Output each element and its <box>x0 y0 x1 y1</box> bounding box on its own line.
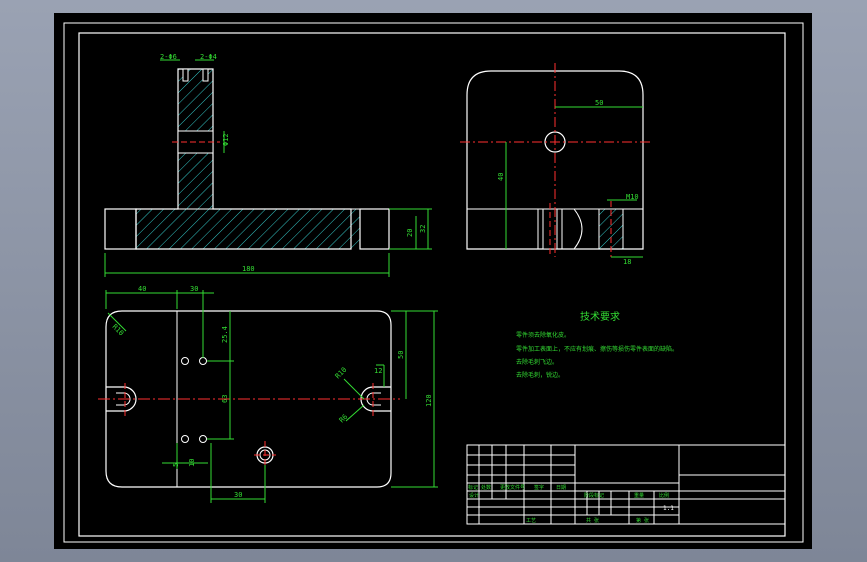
plan-dim-bottom-b: 10 <box>188 459 196 467</box>
tech-req-line-2: 零件加工表面上，不应有划痕、擦伤等损伤零件表面的缺陷。 <box>516 345 678 353</box>
plan-dim-top-b: 30 <box>190 285 198 293</box>
plan-dim-right-small: 12 <box>374 367 382 375</box>
title-block-count: 处数 <box>481 484 491 491</box>
side-view: 50 40 M10 18 <box>460 63 650 266</box>
title-block-sign: 签字 <box>534 484 544 491</box>
front-dim-height-outer: 32 <box>419 225 427 233</box>
plan-dim-right-outer: 120 <box>425 394 433 407</box>
cad-drawing: 2-Φ6 2-Φ4 Φ12 20 32 180 50 40 M10 18 40 … <box>63 22 804 543</box>
side-dim-bottom: 18 <box>623 258 631 266</box>
title-block-change-doc: 更改文件号 <box>500 484 525 491</box>
technical-requirements: 技术要求 零件须去除氧化皮。 零件加工表面上，不应有划痕、擦伤等损伤零件表面的缺… <box>516 310 678 379</box>
plan-dim-vert-a: 25.4 <box>221 326 229 343</box>
front-view: 2-Φ6 2-Φ4 Φ12 20 32 180 <box>104 53 432 277</box>
title-block-date: 日期 <box>556 485 566 491</box>
title-block-mark: 标记 <box>468 484 478 491</box>
tech-req-title: 技术要求 <box>580 310 620 323</box>
front-dim-top-right: 2-Φ4 <box>200 53 217 61</box>
side-dim-horizontal: 50 <box>595 99 603 107</box>
plan-dim-slot-w: R6 <box>338 413 350 425</box>
title-block: 标记 处数 更改文件号 签字 日期 设计 工艺 阶段标记 重量 比例 1:1 共… <box>466 444 786 525</box>
plan-dim-center: 63 <box>221 395 229 403</box>
title-block-process: 工艺 <box>526 518 536 524</box>
plan-dim-bottom-a: 5 <box>172 463 180 467</box>
side-dim-vertical: 40 <box>497 173 505 181</box>
title-block-stage-label: 阶段标记 <box>584 492 604 499</box>
side-dim-small: M10 <box>626 193 639 201</box>
plan-dim-bottom-c: 30 <box>234 491 242 499</box>
tech-req-line-4: 去除毛刺，锐边。 <box>516 371 564 379</box>
plan-view: 40 30 25.4 63 5 10 30 12 50 120 R10 R10 … <box>98 285 438 503</box>
front-dim-width: 180 <box>242 265 255 273</box>
plan-dim-corner-radius: R10 <box>111 323 126 338</box>
title-block-sheet-no: 第 张 <box>636 517 649 524</box>
plan-dim-right-inner: 50 <box>397 351 405 359</box>
title-block-sheet-total: 共 张 <box>586 517 599 524</box>
title-block-weight-label: 重量 <box>634 492 644 499</box>
plan-dim-top-a: 40 <box>138 285 146 293</box>
front-dim-slot: Φ12 <box>222 133 230 146</box>
title-block-design: 设计 <box>469 492 479 499</box>
plan-dim-slot-r: R10 <box>334 366 349 381</box>
title-block-scale-label: 比例 <box>659 492 669 499</box>
cad-viewport: 2-Φ6 2-Φ4 Φ12 20 32 180 50 40 M10 18 40 … <box>0 0 867 562</box>
title-block-scale-value: 1:1 <box>663 505 674 512</box>
front-dim-height-inner: 20 <box>406 229 414 237</box>
tech-req-line-3: 去除毛刺飞边。 <box>516 358 558 366</box>
front-dim-top-left: 2-Φ6 <box>160 53 177 61</box>
drawing-sheet[interactable]: 2-Φ6 2-Φ4 Φ12 20 32 180 50 40 M10 18 40 … <box>54 13 812 549</box>
tech-req-line-1: 零件须去除氧化皮。 <box>516 331 570 339</box>
